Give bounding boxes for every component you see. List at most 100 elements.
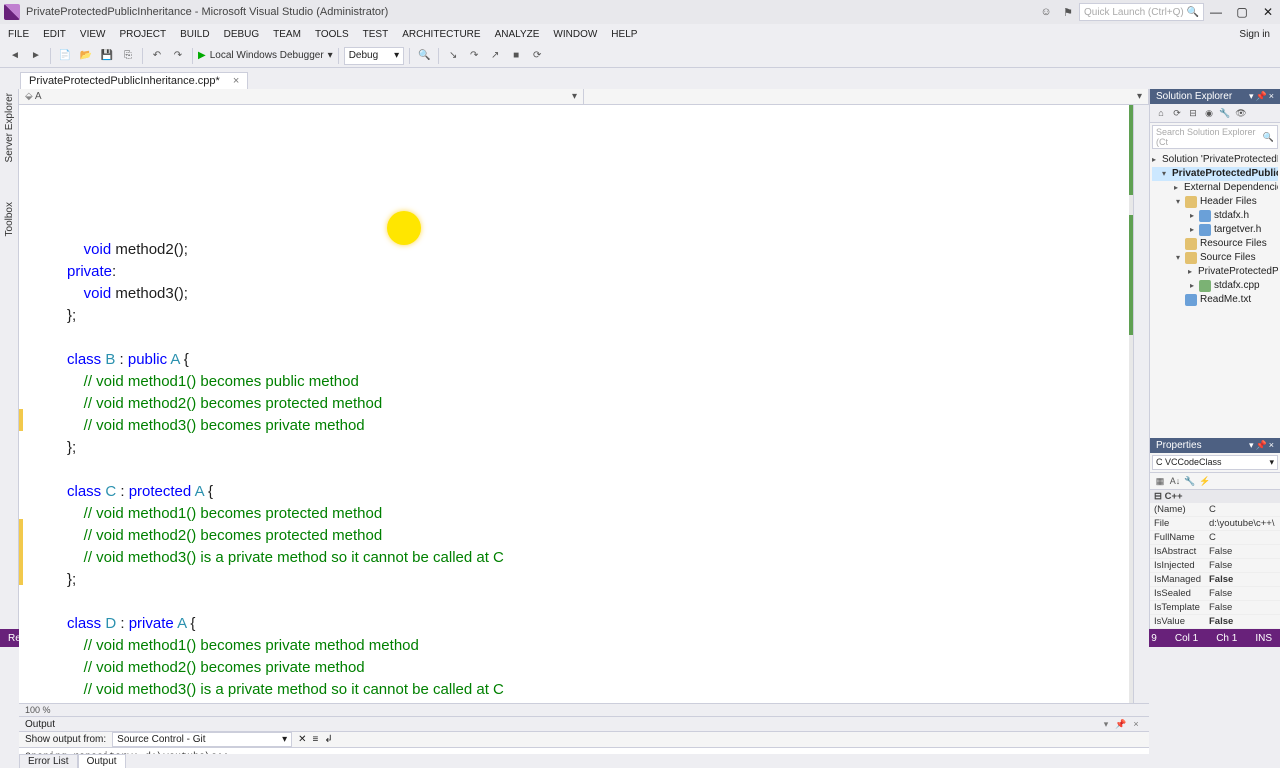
resource-files-node[interactable]: Resource Files <box>1200 237 1267 251</box>
chevron-down-icon: ▾ <box>1269 457 1274 468</box>
collapse-icon[interactable]: ⊟ <box>1186 106 1200 120</box>
panel-pin-icon[interactable]: 📌 <box>1256 440 1267 451</box>
props-icon[interactable]: 🔧 <box>1183 474 1197 488</box>
notification-icon[interactable]: ⚑ <box>1060 4 1076 20</box>
feedback-icon[interactable]: ☺ <box>1038 4 1054 20</box>
left-rail: Server Explorer Toolbox <box>0 89 19 629</box>
refresh-icon[interactable]: ⟳ <box>1170 106 1184 120</box>
output-source-select[interactable]: Source Control - Git ▾ <box>112 732 292 747</box>
vs-logo-icon <box>4 4 20 20</box>
quick-launch-input[interactable]: Quick Launch (Ctrl+Q) 🔍 <box>1079 3 1204 21</box>
step-out-button[interactable]: ↗ <box>486 47 504 65</box>
external-deps-node[interactable]: External Dependencie <box>1184 181 1278 195</box>
config-select[interactable]: Debug ▾ <box>344 47 405 65</box>
properties-grid[interactable]: ⊟ C++ (Name)CFiled:\youtube\c++\FullName… <box>1150 490 1280 629</box>
props-object-select[interactable]: C VCCodeClass▾ <box>1152 455 1278 470</box>
props-toolbar: ▦ A↓ 🔧 ⚡ <box>1150 472 1280 490</box>
editor-tab-active[interactable]: PrivateProtectedPublicInheritance.cpp* × <box>20 72 248 89</box>
find-button[interactable]: 🔍 <box>415 47 433 65</box>
panel-pin-icon[interactable]: 📌 <box>1256 91 1267 102</box>
file-node[interactable]: PrivateProtectedP <box>1198 265 1278 279</box>
nav-fwd-button[interactable]: ► <box>27 47 45 65</box>
menu-tools[interactable]: TOOLS <box>315 29 349 40</box>
code-editor[interactable]: void method2();private: void method3();}… <box>19 105 1149 703</box>
menu-analyze[interactable]: ANALYZE <box>495 29 540 40</box>
tab-output[interactable]: Output <box>78 754 126 768</box>
menu-project[interactable]: PROJECT <box>119 29 166 40</box>
menu-build[interactable]: BUILD <box>180 29 209 40</box>
menu-window[interactable]: WINDOW <box>553 29 597 40</box>
change-marker <box>19 409 23 431</box>
editor-zoom-bar: 100 % <box>19 703 1149 716</box>
save-all-button[interactable]: ⎘ <box>119 47 137 65</box>
file-node[interactable]: stdafx.h <box>1214 209 1249 223</box>
step-into-button[interactable]: ↘ <box>444 47 462 65</box>
categorized-icon[interactable]: ▦ <box>1153 474 1167 488</box>
source-files-node[interactable]: Source Files <box>1200 251 1256 265</box>
start-debug-button[interactable]: ▶ Local Windows Debugger ▾ <box>198 50 333 61</box>
right-change-margin <box>1129 105 1133 703</box>
menu-help[interactable]: HELP <box>611 29 637 40</box>
code-area[interactable]: void method2();private: void method3();}… <box>47 105 1133 703</box>
menu-test[interactable]: TEST <box>363 29 389 40</box>
maximize-button[interactable]: ▢ <box>1230 5 1254 19</box>
output-close-icon[interactable]: × <box>1129 717 1143 731</box>
close-button[interactable]: ✕ <box>1256 5 1280 19</box>
home-icon[interactable]: ⌂ <box>1154 106 1168 120</box>
menu-team[interactable]: TEAM <box>273 29 301 40</box>
solexp-search-input[interactable]: Search Solution Explorer (Ct 🔍 <box>1152 125 1278 149</box>
open-button[interactable]: 📂 <box>77 47 95 65</box>
panel-close-icon[interactable]: × <box>1269 91 1274 102</box>
stop-button[interactable]: ■ <box>507 47 525 65</box>
header-files-node[interactable]: Header Files <box>1200 195 1257 209</box>
redo-button[interactable]: ↷ <box>169 47 187 65</box>
chevron-down-icon: ▾ <box>572 91 577 102</box>
rail-server-explorer[interactable]: Server Explorer <box>4 93 15 162</box>
save-button[interactable]: 💾 <box>98 47 116 65</box>
output-wrap-button[interactable]: ↲ <box>324 734 332 745</box>
menu-file[interactable]: FILE <box>8 29 29 40</box>
output-clear-button[interactable]: ✕ <box>298 734 306 745</box>
output-dropdown-icon[interactable]: ▾ <box>1099 717 1113 731</box>
solution-tree[interactable]: ▸Solution 'PrivateProtectedIP ▾PrivatePr… <box>1150 151 1280 313</box>
alpha-icon[interactable]: A↓ <box>1168 474 1182 488</box>
file-node[interactable]: targetver.h <box>1214 223 1261 237</box>
minimize-button[interactable]: — <box>1204 5 1228 19</box>
panel-dropdown-icon[interactable]: ▾ <box>1249 91 1254 102</box>
nav-scope-select[interactable]: ⬙ A▾ <box>19 89 584 104</box>
undo-button[interactable]: ↶ <box>148 47 166 65</box>
solution-node[interactable]: Solution 'PrivateProtectedIP <box>1162 153 1278 167</box>
vertical-scrollbar[interactable] <box>1133 105 1149 703</box>
new-item-button[interactable]: 📄 <box>56 47 74 65</box>
properties-header: Properties ▾📌× <box>1150 438 1280 453</box>
project-node[interactable]: PrivateProtectedPublic <box>1172 167 1278 181</box>
menu-debug[interactable]: DEBUG <box>224 29 260 40</box>
search-icon: 🔍 <box>1263 132 1274 143</box>
preview-icon[interactable]: 👁 <box>1234 106 1248 120</box>
status-ins: INS <box>1255 633 1272 644</box>
properties-icon[interactable]: 🔧 <box>1218 106 1232 120</box>
menu-edit[interactable]: EDIT <box>43 29 66 40</box>
restart-button[interactable]: ⟳ <box>528 47 546 65</box>
step-over-button[interactable]: ↷ <box>465 47 483 65</box>
titlebar: PrivateProtectedPublicInheritance - Micr… <box>0 0 1280 24</box>
menu-view[interactable]: VIEW <box>80 29 106 40</box>
menu-architecture[interactable]: ARCHITECTURE <box>402 29 480 40</box>
zoom-value[interactable]: 100 % <box>25 705 51 715</box>
nav-back-button[interactable]: ◄ <box>6 47 24 65</box>
output-toggle-button[interactable]: ≡ <box>313 734 319 745</box>
tab-close-icon[interactable]: × <box>233 75 239 87</box>
file-node[interactable]: ReadMe.txt <box>1200 293 1251 307</box>
nav-member-select[interactable]: ▾ <box>584 89 1149 104</box>
file-node[interactable]: stdafx.cpp <box>1214 279 1260 293</box>
show-all-icon[interactable]: ◉ <box>1202 106 1216 120</box>
output-pin-icon[interactable]: 📌 <box>1114 717 1128 731</box>
sign-in-link[interactable]: Sign in <box>1239 29 1270 40</box>
rail-toolbox[interactable]: Toolbox <box>4 202 15 236</box>
panel-dropdown-icon[interactable]: ▾ <box>1249 440 1254 451</box>
tab-error-list[interactable]: Error List <box>19 754 78 768</box>
chevron-down-icon: ▾ <box>328 50 333 61</box>
events-icon[interactable]: ⚡ <box>1198 474 1212 488</box>
solexp-search-placeholder: Search Solution Explorer (Ct <box>1156 127 1263 147</box>
panel-close-icon[interactable]: × <box>1269 440 1274 451</box>
